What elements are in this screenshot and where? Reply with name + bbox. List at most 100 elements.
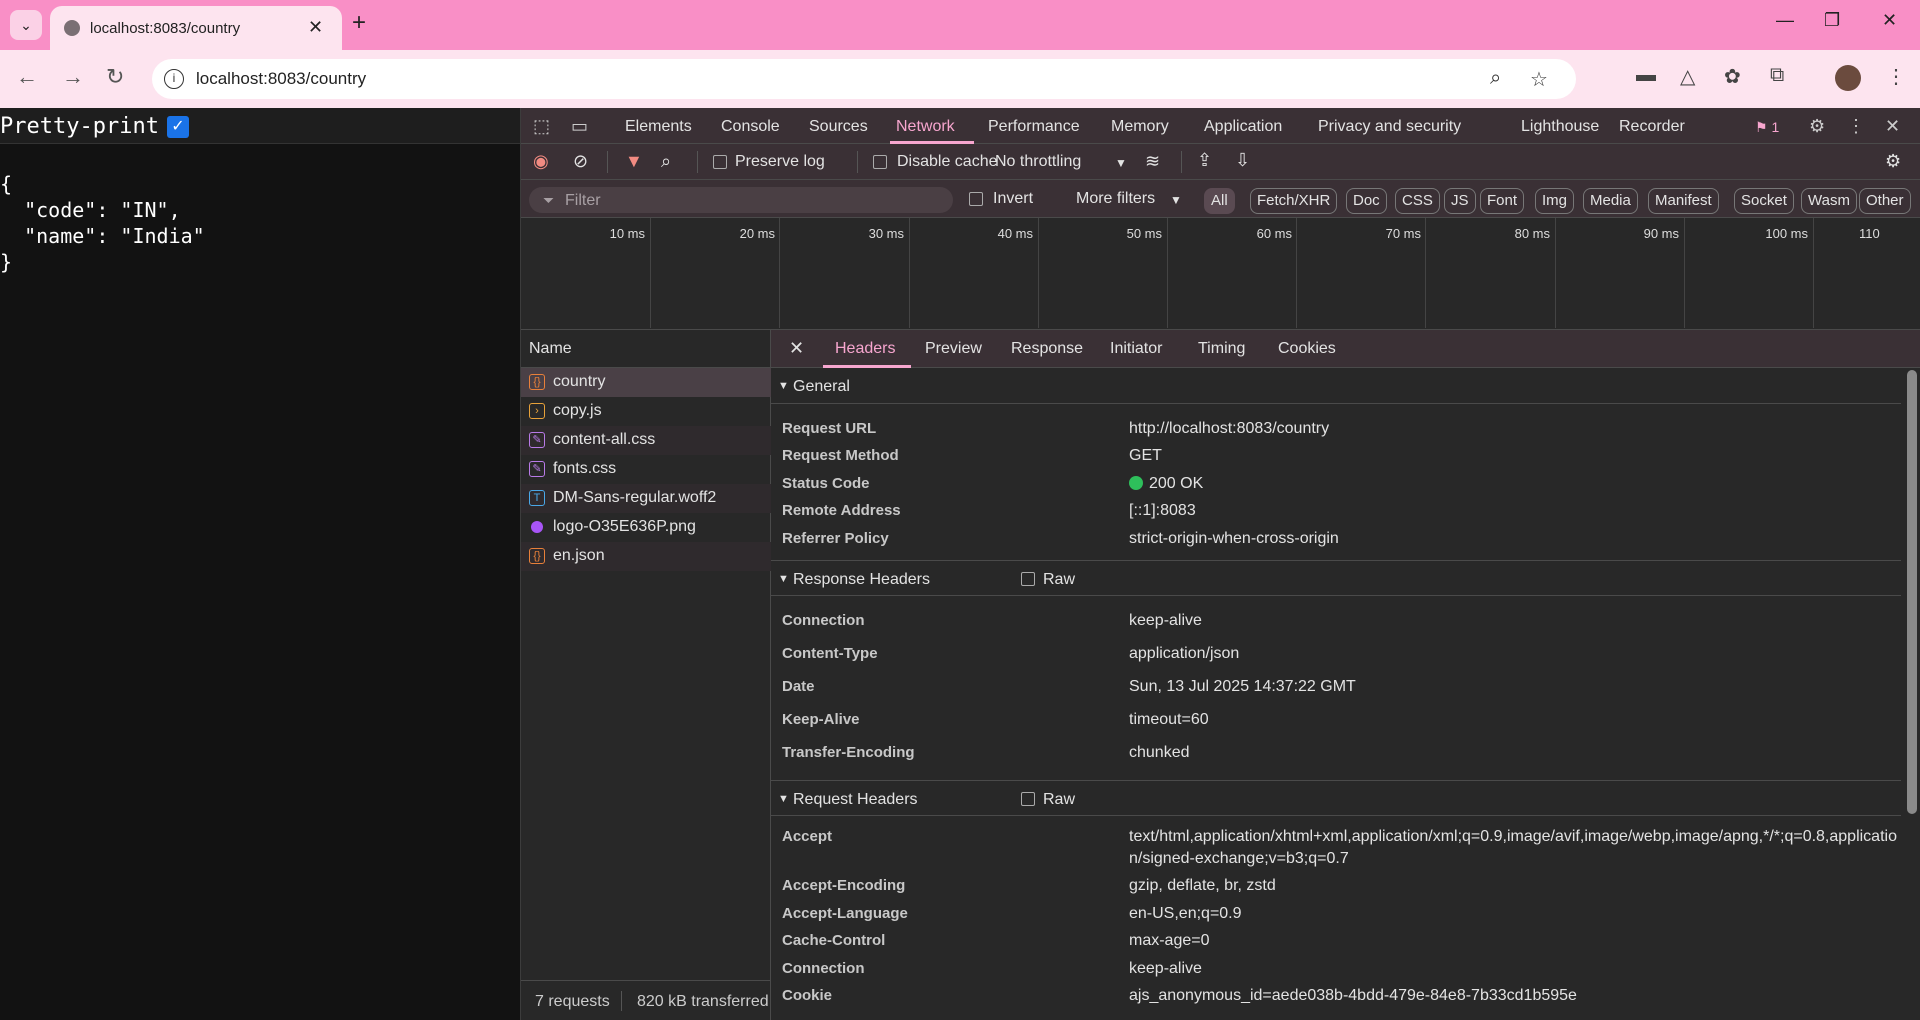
restore-icon[interactable]: ❐: [1824, 10, 1840, 31]
extensions-puzzle-icon[interactable]: ⧉: [1770, 64, 1784, 87]
network-settings-gear-icon[interactable]: ⚙: [1885, 151, 1901, 172]
minimize-icon[interactable]: —: [1776, 10, 1794, 31]
tab-cookies[interactable]: Cookies: [1278, 340, 1336, 358]
request-row[interactable]: logo-O35E636P.png: [521, 513, 771, 542]
tab-privacy-security[interactable]: Privacy and security: [1318, 118, 1461, 136]
close-tab-icon[interactable]: ✕: [308, 17, 323, 38]
inspect-element-icon[interactable]: ⬚: [533, 116, 550, 137]
page-content: Pretty-print ✓ { "code": "IN", "name": "…: [0, 108, 520, 1020]
reload-icon[interactable]: ↻: [106, 64, 124, 90]
tab-strip: ⌄ localhost:8083/country ✕ + — ❐ ✕: [0, 0, 1920, 50]
chip-css[interactable]: CSS: [1395, 188, 1440, 214]
preserve-log-checkbox[interactable]: [713, 155, 727, 169]
tab-network[interactable]: Network: [896, 118, 955, 136]
tab-headers[interactable]: Headers: [835, 340, 895, 358]
tab-response[interactable]: Response: [1011, 340, 1083, 358]
chip-all[interactable]: All: [1204, 188, 1235, 214]
divider: [1181, 151, 1182, 173]
extension-cast-icon[interactable]: ▬: [1636, 64, 1656, 87]
disable-cache-checkbox[interactable]: [873, 155, 887, 169]
header-key: Content-Type: [782, 645, 878, 662]
filter-funnel-icon[interactable]: ▼: [625, 151, 643, 172]
more-options-icon[interactable]: ⋮: [1847, 116, 1865, 137]
chip-img[interactable]: Img: [1535, 188, 1575, 214]
settings-gear-icon[interactable]: ⚙: [1809, 116, 1825, 137]
tab-lighthouse[interactable]: Lighthouse: [1521, 118, 1599, 136]
more-filters-button[interactable]: More filters: [1076, 190, 1155, 208]
network-conditions-icon[interactable]: ≋: [1145, 151, 1160, 172]
general-section-header[interactable]: ▼ General: [771, 368, 1901, 404]
response-raw-checkbox[interactable]: [1021, 572, 1035, 586]
request-raw-checkbox[interactable]: [1021, 792, 1035, 806]
forward-icon[interactable]: →: [62, 64, 84, 90]
chip-socket[interactable]: Socket: [1734, 188, 1794, 214]
json-line: "code": "IN",: [0, 198, 181, 222]
chip-media[interactable]: Media: [1583, 188, 1638, 214]
tab-search-button[interactable]: ⌄: [10, 10, 42, 40]
divider: [697, 151, 698, 173]
network-timeline[interactable]: 10 ms 20 ms 30 ms 40 ms 50 ms 60 ms 70 m…: [521, 218, 1920, 330]
request-row[interactable]: › copy.js: [521, 397, 771, 426]
tab-preview[interactable]: Preview: [925, 340, 982, 358]
tab-elements[interactable]: Elements: [625, 118, 692, 136]
response-headers-section-header[interactable]: ▼ Response Headers Raw: [771, 560, 1901, 596]
status-ok-icon: [1129, 476, 1143, 490]
export-har-icon[interactable]: ⇩: [1235, 150, 1250, 171]
tab-performance[interactable]: Performance: [988, 118, 1080, 136]
extension-drive-icon[interactable]: △: [1680, 64, 1695, 89]
issues-icon[interactable]: ⚑ 1: [1755, 119, 1779, 136]
pretty-print-checkbox[interactable]: ✓: [167, 116, 189, 138]
invert-checkbox[interactable]: [969, 192, 983, 206]
import-har-icon[interactable]: ⇪: [1197, 150, 1212, 171]
browser-tab[interactable]: localhost:8083/country ✕: [50, 6, 342, 50]
chip-manifest[interactable]: Manifest: [1648, 188, 1719, 214]
tab-application[interactable]: Application: [1204, 118, 1282, 136]
more-filters-arrow-icon: ▼: [1170, 193, 1182, 207]
back-icon[interactable]: ←: [16, 64, 38, 90]
tab-sources[interactable]: Sources: [809, 118, 868, 136]
request-row[interactable]: T DM-Sans-regular.woff2: [521, 484, 771, 513]
close-devtools-icon[interactable]: ✕: [1885, 116, 1900, 137]
address-bar[interactable]: i localhost:8083/country ☆ ⌕: [152, 59, 1576, 99]
timeline-tick: 30 ms: [868, 226, 904, 241]
chip-doc[interactable]: Doc: [1346, 188, 1387, 214]
timeline-gridline: [650, 218, 651, 328]
device-toolbar-icon[interactable]: ▭: [571, 116, 588, 137]
extension-brain-icon[interactable]: ✿: [1724, 64, 1741, 89]
detail-scrollbar[interactable]: [1907, 370, 1917, 814]
tab-console[interactable]: Console: [721, 118, 780, 136]
preserve-log-label: Preserve log: [735, 153, 825, 170]
chip-wasm[interactable]: Wasm: [1801, 188, 1857, 214]
chip-js[interactable]: JS: [1444, 188, 1476, 214]
chip-fetch-xhr[interactable]: Fetch/XHR: [1250, 188, 1338, 214]
more-menu-icon[interactable]: ⋮: [1886, 64, 1906, 89]
search-icon[interactable]: ⌕: [661, 151, 671, 172]
bookmark-star-icon[interactable]: ☆: [1530, 67, 1548, 92]
url-text[interactable]: localhost:8083/country: [196, 69, 366, 89]
request-row[interactable]: ✎ content-all.css: [521, 426, 771, 455]
tab-initiator[interactable]: Initiator: [1110, 340, 1162, 358]
request-row[interactable]: {} country: [521, 368, 771, 397]
invert-label: Invert: [993, 190, 1034, 207]
throttling-select[interactable]: No throttling: [995, 153, 1081, 171]
request-headers-title: Request Headers: [793, 791, 918, 808]
tab-timing[interactable]: Timing: [1198, 340, 1245, 358]
zoom-icon[interactable]: ⌕: [1490, 67, 1501, 90]
request-row[interactable]: {} en.json: [521, 542, 771, 571]
clear-icon[interactable]: ⊘: [573, 151, 588, 172]
chip-font[interactable]: Font: [1480, 188, 1525, 214]
close-detail-icon[interactable]: ✕: [789, 338, 804, 359]
close-window-icon[interactable]: ✕: [1882, 10, 1897, 31]
request-headers-section-header[interactable]: ▼ Request Headers Raw: [771, 780, 1901, 816]
avatar[interactable]: [1835, 65, 1861, 91]
tab-recorder[interactable]: Recorder: [1619, 118, 1685, 136]
site-info-icon[interactable]: i: [164, 69, 184, 89]
new-tab-button[interactable]: +: [352, 9, 366, 37]
filter-input[interactable]: ⏷ Filter: [529, 187, 953, 213]
chip-other[interactable]: Other: [1859, 188, 1911, 214]
header-key: Connection: [782, 960, 865, 977]
request-row[interactable]: ✎ fonts.css: [521, 455, 771, 484]
record-stop-icon[interactable]: ◉: [533, 151, 549, 172]
request-list-header[interactable]: Name: [521, 330, 771, 368]
tab-memory[interactable]: Memory: [1111, 118, 1169, 136]
